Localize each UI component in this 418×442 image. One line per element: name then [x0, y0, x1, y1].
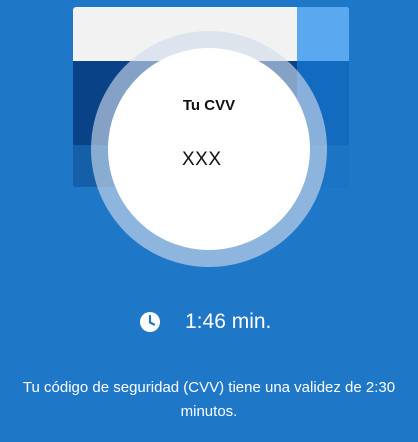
cvv-value: XXX	[182, 149, 222, 170]
cvv-validity-message: Tu código de seguridad (CVV) tiene una v…	[22, 379, 396, 420]
timer-remaining: 1:46 min.	[185, 310, 272, 333]
timer: 1:46 min.	[139, 309, 271, 335]
card-accent-block	[297, 7, 349, 61]
clock-icon	[140, 312, 160, 332]
cvv-title: Tu CVV	[182, 97, 236, 114]
